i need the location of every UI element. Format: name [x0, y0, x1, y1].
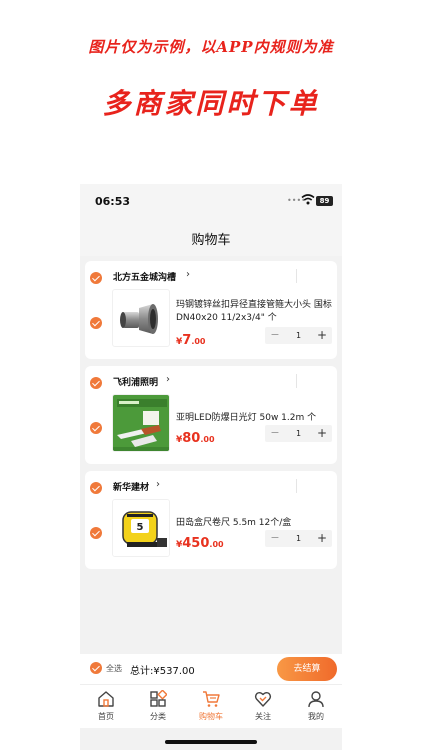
svg-text:5: 5 [137, 522, 144, 533]
chevron-right-icon[interactable]: › [156, 479, 160, 490]
home-indicator [165, 740, 257, 744]
product-image[interactable] [112, 289, 170, 347]
quantity-input[interactable]: 1 [286, 530, 311, 547]
heart-icon [254, 692, 272, 707]
item-checkbox[interactable] [90, 527, 102, 539]
product-name[interactable]: 亚明LED防爆日光灯 50w 1.2m 个 [176, 412, 332, 425]
quantity-stepper: − 1 + [265, 327, 332, 344]
product-price: ¥7.00 [176, 329, 205, 348]
price-integer: 80 [182, 431, 201, 446]
quantity-stepper: − 1 + [265, 530, 332, 547]
total-amount: 总计:¥537.00 [130, 666, 195, 677]
category-icon [150, 690, 167, 707]
chevron-right-icon[interactable]: › [186, 269, 190, 280]
shop-name[interactable]: 飞利浦照明 [113, 375, 158, 388]
price-decimal: .00 [200, 435, 215, 444]
promo-headline: 多商家同时下单 [102, 87, 320, 120]
product-image[interactable] [112, 394, 170, 452]
price-integer: 7 [182, 333, 192, 348]
shop-checkbox[interactable] [90, 272, 102, 284]
promo-note: 图片仅为示例，以APP内规则为准 [88, 38, 334, 56]
pipe-fitting-icon [120, 304, 158, 334]
select-all-label[interactable]: 全选 [106, 663, 122, 674]
checkout-bar: 全选 总计:¥537.00 去结算 [80, 654, 342, 684]
product-name[interactable]: 田岛盒尺卷尺 5.5m 12个/盒 [176, 517, 332, 530]
increase-button[interactable]: + [312, 425, 332, 442]
tab-cart[interactable]: 购物车 [191, 690, 231, 722]
shop-card: 北方五金城沟槽 › 玛钢镀锌丝扣异径直接管箍大小头 国标DN40x20 11/2… [85, 261, 337, 359]
user-icon [308, 691, 324, 708]
tab-follow[interactable]: 关注 [243, 690, 283, 722]
tape-measure-icon: 5 [113, 500, 169, 556]
price-decimal: .00 [191, 337, 206, 346]
decrease-button[interactable]: − [265, 530, 285, 547]
wifi-icon [301, 194, 315, 205]
shop-name[interactable]: 北方五金城沟槽 [113, 270, 176, 283]
increase-button[interactable]: + [312, 327, 332, 344]
price-decimal: .00 [209, 540, 224, 549]
home-icon [98, 691, 114, 707]
nav-bar: 购物车 [80, 220, 342, 256]
quantity-stepper: − 1 + [265, 425, 332, 442]
item-checkbox[interactable] [90, 422, 102, 434]
product-image[interactable]: 5 [112, 499, 170, 557]
tab-label: 首页 [98, 712, 114, 721]
quantity-input[interactable]: 1 [286, 327, 311, 344]
tab-label: 分类 [150, 712, 166, 721]
divider [296, 374, 297, 388]
shop-checkbox[interactable] [90, 377, 102, 389]
tab-home[interactable]: 首页 [86, 690, 126, 722]
led-light-icon [113, 395, 169, 451]
tab-label: 我的 [308, 712, 324, 721]
product-price: ¥450.00 [176, 532, 224, 551]
select-all-checkbox[interactable] [90, 662, 102, 674]
page-title: 购物车 [191, 233, 231, 248]
checkout-button[interactable]: 去结算 [277, 657, 337, 681]
shop-checkbox[interactable] [90, 482, 102, 494]
divider [296, 479, 297, 493]
tab-mine[interactable]: 我的 [296, 690, 336, 722]
product-price: ¥80.00 [176, 427, 215, 446]
tab-label: 关注 [255, 712, 271, 721]
phone-screen: 06:53 •••• 89 购物车 北方五金城沟槽 › 玛钢镀锌丝扣异径直接管箍… [80, 184, 342, 750]
item-checkbox[interactable] [90, 317, 102, 329]
quantity-input[interactable]: 1 [286, 425, 311, 442]
status-time: 06:53 [95, 195, 131, 208]
increase-button[interactable]: + [312, 530, 332, 547]
chevron-right-icon[interactable]: › [166, 374, 170, 385]
decrease-button[interactable]: − [265, 327, 285, 344]
decrease-button[interactable]: − [265, 425, 285, 442]
tab-category[interactable]: 分类 [138, 690, 178, 722]
battery-icon: 89 [316, 196, 333, 206]
price-integer: 450 [182, 536, 210, 551]
tab-bar: 首页 分类 购物车 关注 我的 [80, 684, 342, 728]
shop-card: 飞利浦照明 › 亚明LED防爆日光灯 50w 1.2m 个 ¥80.00 − 1 [85, 366, 337, 464]
product-name[interactable]: 玛钢镀锌丝扣异径直接管箍大小头 国标DN40x20 11/2x3/4" 个 [176, 299, 332, 325]
shop-name[interactable]: 新华建材 [113, 480, 149, 493]
shop-card: 新华建材 › 5 田岛盒尺卷尺 5.5m 12个/盒 ¥450.00 − 1 + [85, 471, 337, 569]
cart-icon [203, 691, 220, 707]
divider [296, 269, 297, 283]
status-bar: 06:53 •••• 89 [80, 184, 342, 220]
tab-label: 购物车 [199, 712, 223, 721]
